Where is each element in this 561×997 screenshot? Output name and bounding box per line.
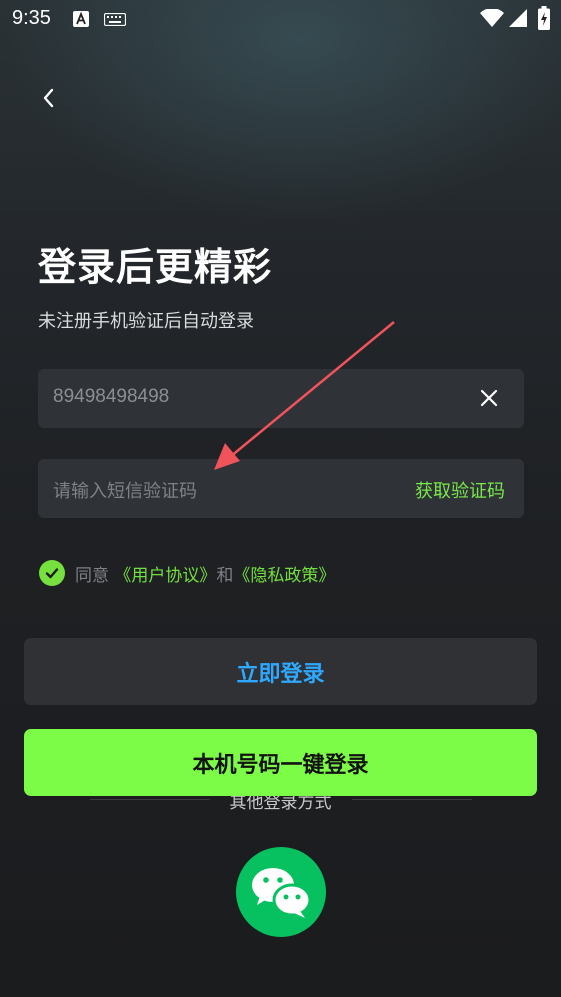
agreement-checkbox[interactable] (39, 560, 65, 586)
check-icon (45, 568, 59, 579)
cell-signal-icon (509, 9, 527, 27)
get-code-button[interactable]: 获取验证码 (415, 477, 505, 503)
keyboard-icon (104, 13, 126, 26)
phone-number-field[interactable]: 89498498498 (38, 369, 524, 428)
keyboard-a-icon (73, 11, 89, 27)
status-bar: 9:35 (0, 0, 561, 38)
one-click-login-button[interactable]: 本机号码一键登录 (24, 729, 537, 796)
status-time: 9:35 (12, 7, 51, 29)
user-agreement-link[interactable]: 《用户协议》 (114, 561, 216, 586)
login-button[interactable]: 立即登录 (24, 638, 537, 705)
wechat-icon (252, 868, 312, 918)
battery-charging-icon (538, 6, 550, 30)
page-title: 登录后更精彩 (38, 245, 273, 289)
sms-code-placeholder[interactable]: 请输入短信验证码 (53, 477, 197, 503)
phone-number-value[interactable]: 89498498498 (53, 386, 169, 408)
divider-line-right (352, 799, 472, 800)
agreement-conjunction: 和 (216, 565, 234, 586)
agreement-row: 同意 《用户协议》 和 《隐私政策》 (39, 559, 335, 587)
sms-code-field[interactable]: 请输入短信验证码 获取验证码 (38, 459, 524, 518)
privacy-policy-link[interactable]: 《隐私政策》 (233, 561, 335, 586)
clear-icon[interactable] (476, 385, 502, 411)
wechat-login-button[interactable] (236, 847, 326, 937)
wifi-icon (480, 9, 504, 27)
page-subtitle: 未注册手机验证后自动登录 (38, 311, 254, 332)
back-chevron-icon[interactable] (36, 84, 64, 112)
agreement-prefix: 同意 (75, 565, 115, 586)
